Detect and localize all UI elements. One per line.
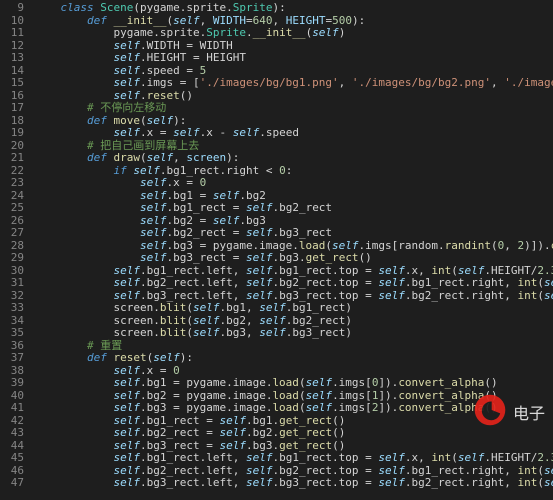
line-number: 43 bbox=[4, 427, 24, 440]
line-number: 29 bbox=[4, 252, 24, 265]
logo-text: 电子 bbox=[513, 400, 545, 424]
line-number: 25 bbox=[4, 202, 24, 215]
line-number-gutter: 9101112131415161718192021222324252627282… bbox=[0, 0, 32, 500]
line-number: 15 bbox=[4, 77, 24, 90]
line-number: 33 bbox=[4, 302, 24, 315]
line-number: 35 bbox=[4, 327, 24, 340]
line-number: 39 bbox=[4, 377, 24, 390]
logo-icon bbox=[473, 393, 507, 430]
line-number: 47 bbox=[4, 477, 24, 490]
code-editor[interactable]: 9101112131415161718192021222324252627282… bbox=[0, 0, 553, 500]
watermark-logo: 电子 bbox=[473, 393, 545, 430]
line-number: 23 bbox=[4, 177, 24, 190]
line-number: 21 bbox=[4, 152, 24, 165]
line-number: 17 bbox=[4, 102, 24, 115]
line-number: 19 bbox=[4, 127, 24, 140]
line-number: 13 bbox=[4, 52, 24, 65]
line-number: 45 bbox=[4, 452, 24, 465]
line-number: 11 bbox=[4, 27, 24, 40]
line-number: 31 bbox=[4, 277, 24, 290]
line-number: 41 bbox=[4, 402, 24, 415]
line-number: 27 bbox=[4, 227, 24, 240]
line-number: 9 bbox=[4, 2, 24, 15]
code-line[interactable]: self.bg3_rect.left, self.bg3_rect.top = … bbox=[34, 477, 553, 490]
line-number: 37 bbox=[4, 352, 24, 365]
